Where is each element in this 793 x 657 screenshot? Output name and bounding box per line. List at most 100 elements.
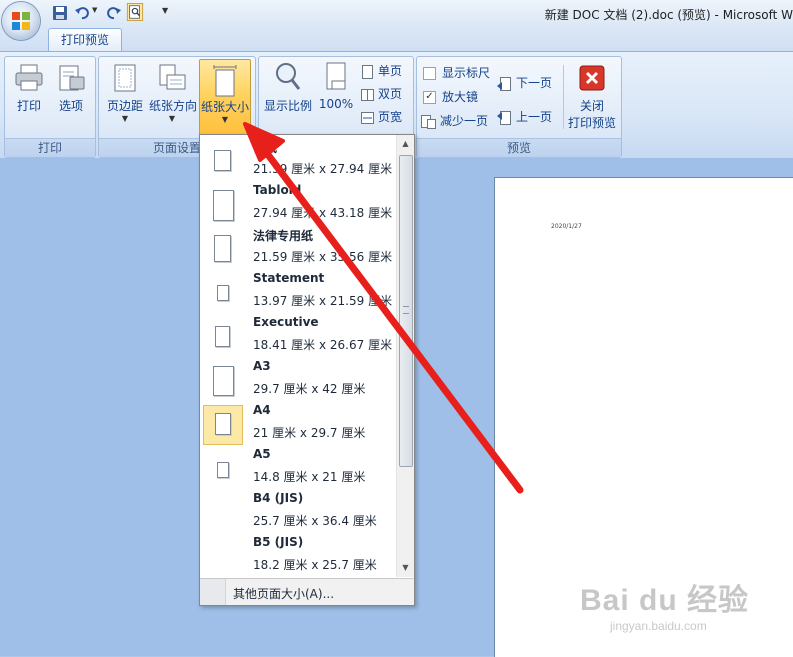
paper-item-a4[interactable]: A4 21 厘米 x 29.7 厘米 (201, 403, 397, 447)
zoom-label: 显示比例 (263, 99, 312, 113)
paper-item-a3[interactable]: A3 29.7 厘米 x 42 厘米 (201, 359, 397, 403)
previous-page-button[interactable]: 上一页 (497, 107, 552, 127)
paper-dimensions: 21 厘米 x 29.7 厘米 (253, 426, 366, 440)
group-print: 打印 选项 打印 (4, 56, 96, 158)
page-width-label: 页宽 (378, 110, 403, 124)
redo-icon[interactable] (106, 4, 122, 22)
shrink-one-page-button[interactable]: 减少一页 (421, 111, 488, 131)
one-page-label: 单页 (378, 64, 403, 78)
paper-size-label: 纸张大小 (200, 100, 249, 114)
page-width-button[interactable]: 页宽 (361, 107, 402, 127)
more-paper-sizes-label: 其他页面大小(A)... (233, 587, 335, 601)
paper-item-tabloid[interactable]: Tabloid 27.94 厘米 x 43.18 厘米 (201, 183, 397, 227)
paper-dimensions: 29.7 厘米 x 42 厘米 (253, 382, 366, 396)
page-width-icon (361, 111, 374, 124)
scroll-down-icon[interactable]: ▼ (397, 561, 414, 575)
tab-print-preview[interactable]: 打印预览 (48, 28, 122, 51)
paper-dimensions: 18.2 厘米 x 25.7 厘米 (253, 558, 377, 572)
baidu-watermark: Bai du 经验 jingyan.baidu.com (580, 575, 749, 633)
zoom-button[interactable]: 显示比例 (261, 61, 315, 114)
options-button[interactable]: 选项 (53, 63, 89, 114)
paper-dimensions: 21.59 厘米 x 35.56 厘米 (253, 250, 393, 264)
menu-scrollbar[interactable]: ▲ ▼ (396, 135, 414, 577)
show-ruler-checkbox[interactable]: 显示标尺 (423, 63, 490, 83)
print-preview-icon[interactable] (126, 3, 144, 21)
preview-separator (563, 65, 564, 129)
undo-icon[interactable] (74, 4, 90, 22)
paper-item-statement[interactable]: Statement 13.97 厘米 x 21.59 厘米 (201, 271, 397, 315)
window-title: 新建 DOC 文档 (2).doc (预览) - Microsoft W (544, 8, 793, 22)
shrink-one-page-label: 减少一页 (440, 114, 489, 128)
paper-size-menu: 信纸 21.59 厘米 x 27.94 厘米 Tabloid 27.94 厘米 … (199, 134, 415, 606)
magnifier-label: 放大镜 (442, 90, 479, 104)
margins-button[interactable]: 页边距 ▼ (103, 63, 147, 124)
hundred-percent-label: 100% (318, 97, 354, 111)
scroll-grip-icon (403, 306, 409, 314)
scroll-thumb[interactable] (399, 155, 413, 467)
previous-page-icon (497, 110, 511, 125)
group-label-preview: 预览 (417, 138, 621, 157)
close-label-2: 打印预览 (567, 116, 616, 130)
paper-name: Executive (253, 315, 319, 329)
group-preview: 显示标尺 ✓ 放大镜 减少一页 下一页 上一页 关闭 打印预览 预览 (416, 56, 622, 158)
hundred-percent-button[interactable]: 100% (317, 61, 355, 111)
paper-dimensions: 18.41 厘米 x 26.67 厘米 (253, 338, 393, 352)
paper-thumbnail-icon (217, 462, 229, 478)
paper-item-executive[interactable]: Executive 18.41 厘米 x 26.67 厘米 (201, 315, 397, 359)
orientation-icon (159, 64, 186, 90)
paper-size-dropdown-icon: ▼ (221, 115, 229, 124)
paper-size-button[interactable]: 纸张大小 ▼ (199, 59, 251, 137)
paper-item-a5[interactable]: A5 14.8 厘米 x 21 厘米 (201, 447, 397, 491)
next-page-button[interactable]: 下一页 (497, 73, 552, 93)
shrink-page-icon (421, 114, 436, 129)
paper-item-b4-jis[interactable]: B4 (JIS) 25.7 厘米 x 36.4 厘米 (201, 491, 397, 535)
customize-icon[interactable]: ▼ (162, 6, 168, 24)
watermark-sub: jingyan.baidu.com (610, 619, 707, 633)
options-icon (59, 65, 85, 91)
hundred-percent-icon (326, 62, 346, 90)
paper-thumb-box (203, 141, 243, 181)
scroll-up-icon[interactable]: ▲ (397, 137, 414, 151)
menu-gutter (200, 579, 226, 605)
show-ruler-label: 显示标尺 (442, 66, 491, 80)
magnifier-checkbox[interactable]: ✓ 放大镜 (423, 87, 478, 107)
paper-thumb-box (203, 537, 243, 577)
paper-thumb-box (203, 405, 243, 445)
print-label: 打印 (16, 99, 41, 113)
orientation-button[interactable]: 纸张方向 ▼ (149, 63, 197, 124)
paper-item-legal[interactable]: 法律专用纸 21.59 厘米 x 35.56 厘米 (201, 227, 397, 271)
paper-name: B4 (JIS) (253, 491, 304, 505)
office-button[interactable] (2, 2, 40, 40)
options-label: 选项 (58, 99, 83, 113)
paper-name: Statement (253, 271, 325, 285)
save-icon[interactable] (52, 4, 68, 22)
paper-thumb-box (203, 317, 243, 357)
close-icon (579, 65, 605, 91)
paper-thumb-box (203, 273, 243, 313)
margins-label: 页边距 (106, 99, 143, 113)
paper-name: Tabloid (253, 183, 302, 197)
page-header-date: 2020/1/27 (551, 223, 582, 230)
next-page-icon (497, 76, 511, 91)
magnifier-check[interactable]: ✓ (423, 91, 436, 104)
one-page-button[interactable]: 单页 (361, 61, 402, 81)
two-pages-label: 双页 (378, 87, 403, 101)
show-ruler-check[interactable] (423, 67, 436, 80)
two-pages-button[interactable]: 双页 (361, 84, 402, 104)
paper-thumbnail-icon (214, 150, 231, 171)
paper-dimensions: 25.7 厘米 x 36.4 厘米 (253, 514, 377, 528)
paper-thumbnail-icon (214, 235, 231, 262)
more-paper-sizes-item[interactable]: 其他页面大小(A)... (200, 578, 414, 605)
close-preview-button[interactable]: 关闭 打印预览 (565, 65, 619, 131)
print-button[interactable]: 打印 (11, 63, 47, 114)
previous-page-label: 上一页 (516, 110, 553, 124)
paper-thumb-box (203, 449, 243, 489)
paper-thumbnail-icon (217, 285, 229, 301)
close-label-1: 关闭 (579, 99, 604, 113)
paper-item-letter[interactable]: 信纸 21.59 厘米 x 27.94 厘米 (201, 139, 397, 183)
paper-dimensions: 21.59 厘米 x 27.94 厘米 (253, 162, 393, 176)
next-page-label: 下一页 (516, 76, 553, 90)
undo-dropdown-icon[interactable]: ▼ (92, 6, 97, 24)
paper-thumb-box (203, 493, 243, 533)
paper-item-b5-jis[interactable]: B5 (JIS) 18.2 厘米 x 25.7 厘米 (201, 535, 397, 579)
